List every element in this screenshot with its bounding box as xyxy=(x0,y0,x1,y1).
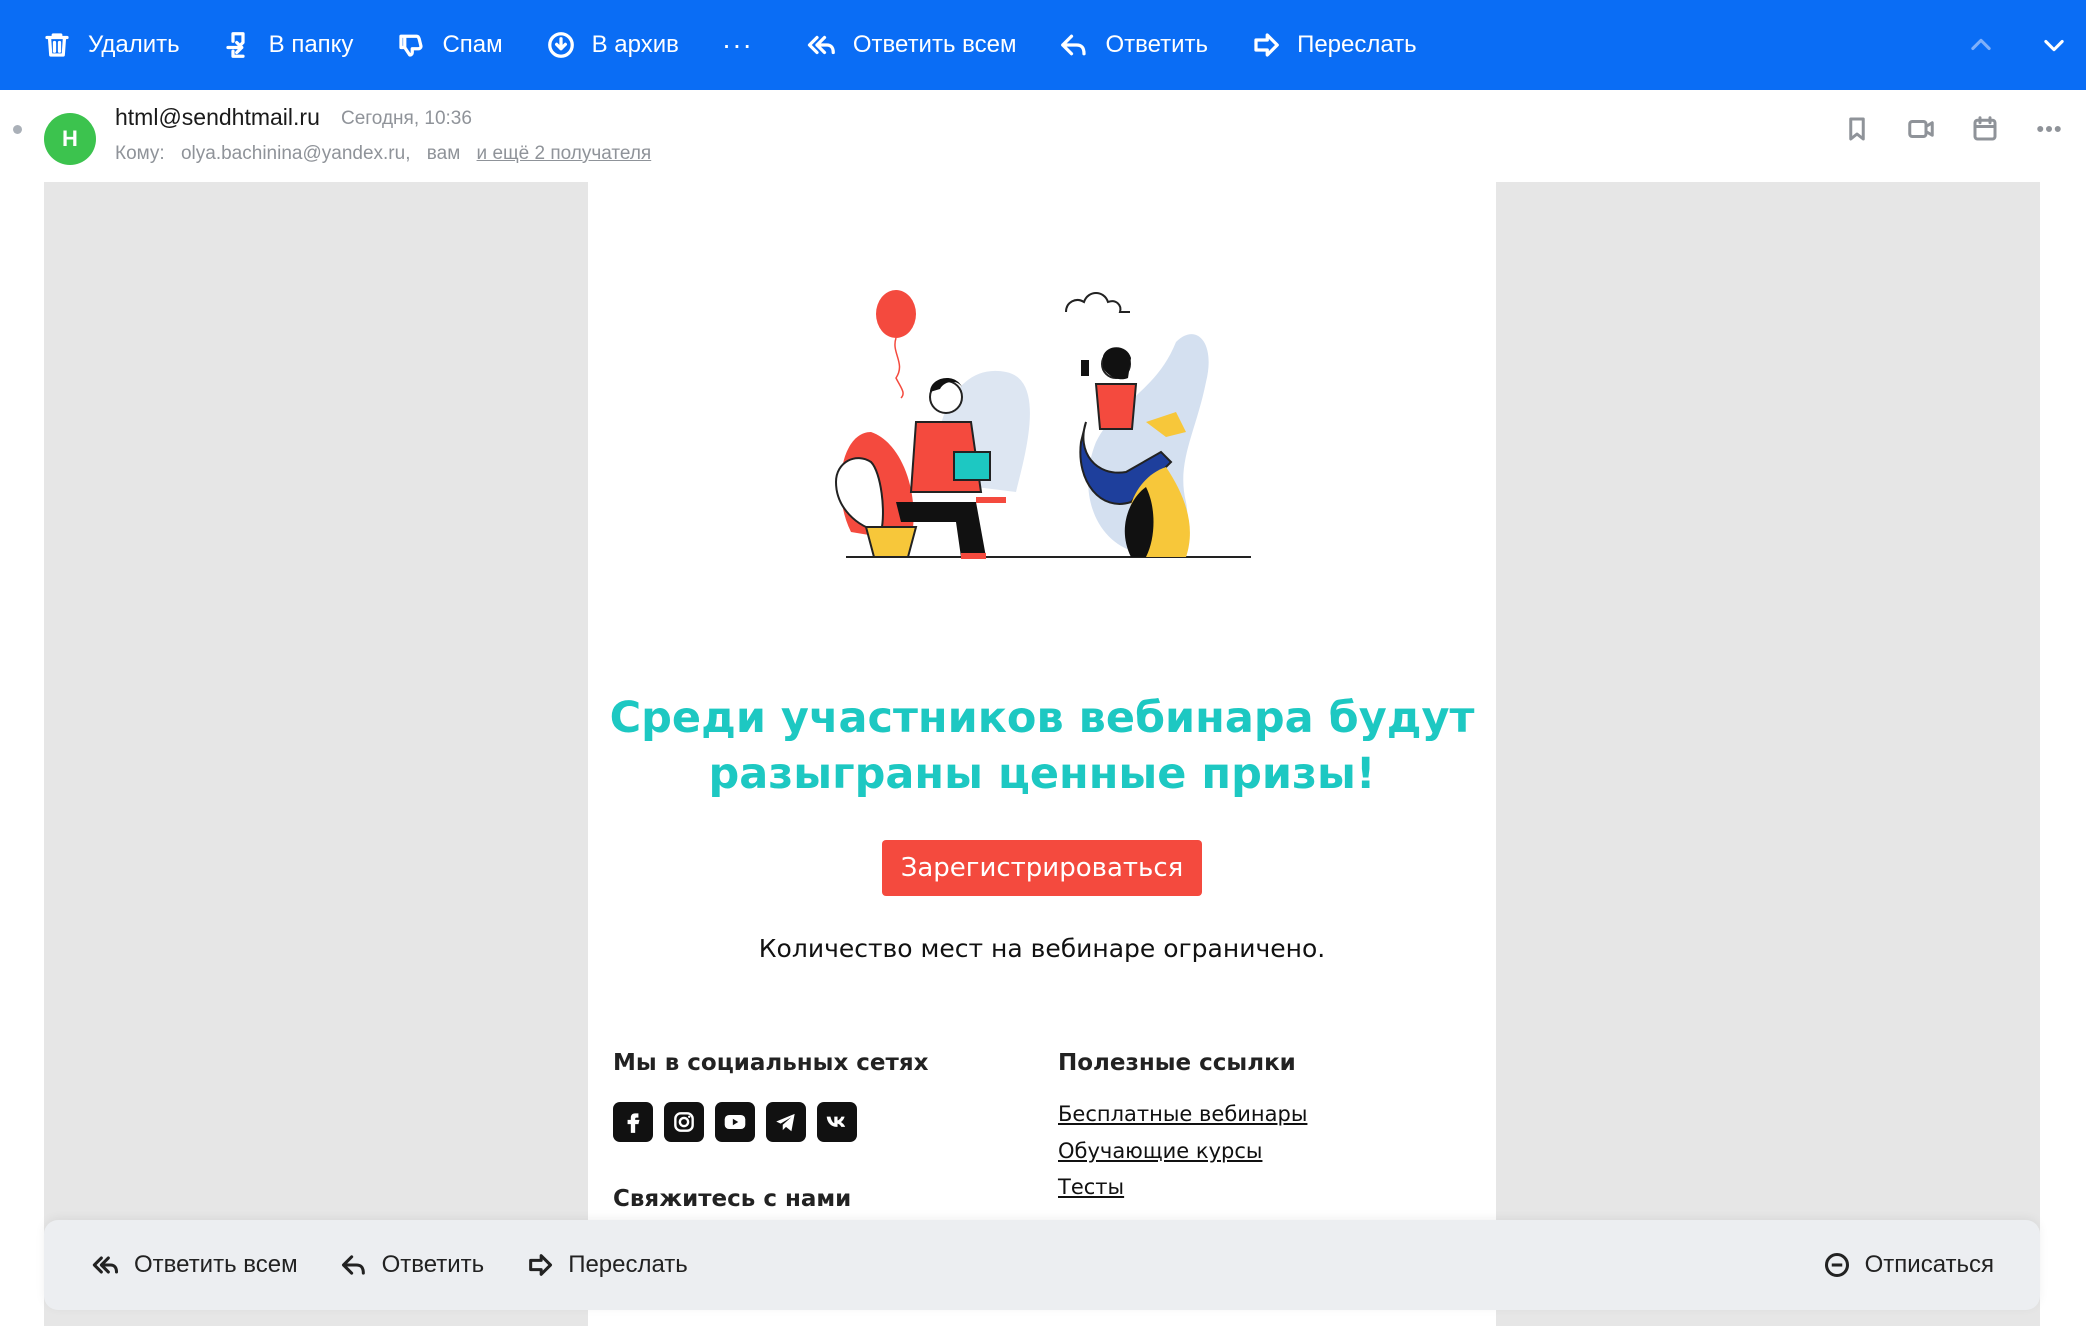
more-recipients-link[interactable]: и ещё 2 получателя xyxy=(477,143,652,164)
email-content: Среди участников вебинара будут разыгран… xyxy=(588,182,1496,1326)
chevron-down-icon[interactable] xyxy=(2040,31,2068,59)
header-actions xyxy=(1808,114,2064,144)
bottom-forward-label: Переслать xyxy=(568,1251,688,1278)
useful-links: Бесплатные вебинары Обучающие курсы Тест… xyxy=(1058,1102,1307,1212)
archive-icon xyxy=(547,32,574,58)
unsubscribe-label: Отписаться xyxy=(1864,1251,1994,1278)
more-actions-button[interactable]: ··· xyxy=(722,29,753,61)
spam-label: Спам xyxy=(442,31,503,58)
reply-all-icon xyxy=(92,1256,119,1274)
reply-all-label: Ответить всем xyxy=(852,31,1017,58)
bottom-action-bar: Ответить всем Ответить Переслать Отписат… xyxy=(44,1220,2040,1310)
folder-move-icon xyxy=(226,32,245,58)
recipient-address[interactable]: olya.bachinina@yandex.ru, xyxy=(181,143,410,164)
headline-line-2: разыграны ценные призы! xyxy=(708,749,1376,799)
message-toolbar: Удалить В папку Спам В архив ··· Ответит… xyxy=(0,0,2086,90)
delete-button[interactable]: Удалить xyxy=(42,0,180,90)
sender-address[interactable]: html@sendhtmail.ru xyxy=(115,104,320,131)
move-to-folder-button[interactable]: В папку xyxy=(223,0,354,90)
links-heading: Полезные ссылки xyxy=(1058,1050,1296,1076)
vk-icon[interactable] xyxy=(817,1102,857,1142)
unread-dot[interactable] xyxy=(13,125,22,134)
telegram-icon[interactable] xyxy=(766,1102,806,1142)
forward-button[interactable]: Переслать xyxy=(1251,0,1417,90)
reply-icon xyxy=(1061,34,1087,56)
reply-button[interactable]: Ответить xyxy=(1059,0,1208,90)
reply-icon xyxy=(341,1255,365,1275)
recipient-you[interactable]: вам xyxy=(427,143,461,164)
instagram-icon[interactable] xyxy=(664,1102,704,1142)
bottom-reply-all-button[interactable]: Ответить всем xyxy=(92,1251,298,1279)
forward-icon xyxy=(529,1254,553,1276)
link-free-webinars[interactable]: Бесплатные вебинары xyxy=(1058,1102,1307,1139)
video-call-icon[interactable] xyxy=(1906,114,1936,144)
thumb-down-icon xyxy=(399,34,424,57)
avatar[interactable]: H xyxy=(44,113,96,165)
youtube-icon[interactable] xyxy=(715,1102,755,1142)
minus-circle-icon xyxy=(1824,1252,1849,1278)
message-date: Сегодня, 10:36 xyxy=(341,108,472,129)
recipients-line: Кому: olya.bachinina@yandex.ru, вам и ещ… xyxy=(115,143,662,165)
spam-button[interactable]: Спам xyxy=(396,0,503,90)
contact-heading: Свяжитесь с нами xyxy=(613,1186,852,1212)
limit-notice: Количество мест на вебинаре ограничено. xyxy=(758,934,1326,963)
email-headline: Среди участников вебинара будут разыгран… xyxy=(588,690,1496,802)
bottom-forward-button[interactable]: Переслать xyxy=(526,1251,688,1279)
bottom-reply-label: Ответить xyxy=(381,1251,485,1278)
social-links xyxy=(613,1102,868,1142)
reply-label: Ответить xyxy=(1105,31,1209,58)
bottom-reply-button[interactable]: Ответить xyxy=(340,1251,485,1279)
reply-all-icon xyxy=(807,35,835,55)
facebook-icon[interactable] xyxy=(613,1102,653,1142)
more-options-icon[interactable] xyxy=(2034,114,2064,144)
move-label: В папку xyxy=(268,31,354,58)
reply-all-button[interactable]: Ответить всем xyxy=(807,0,1017,90)
forward-label: Переслать xyxy=(1297,31,1417,58)
register-button[interactable]: Зарегистрироваться xyxy=(882,840,1202,896)
to-label: Кому: xyxy=(115,143,165,164)
chevron-up-icon[interactable] xyxy=(1967,31,1995,59)
trash-icon xyxy=(45,33,69,57)
message-header: H html@sendhtmail.ru Сегодня, 10:36 Кому… xyxy=(0,90,2086,182)
calendar-icon[interactable] xyxy=(1970,114,2000,144)
bookmark-icon[interactable] xyxy=(1842,114,1872,144)
bottom-reply-all-label: Ответить всем xyxy=(134,1251,298,1278)
forward-icon xyxy=(1254,33,1279,57)
archive-label: В архив xyxy=(591,31,679,58)
unsubscribe-button[interactable]: Отписаться xyxy=(1823,1220,1994,1310)
archive-button[interactable]: В архив xyxy=(546,0,679,90)
social-heading: Мы в социальных сетях xyxy=(613,1050,929,1076)
webinar-illustration xyxy=(834,290,1251,559)
link-courses[interactable]: Обучающие курсы xyxy=(1058,1139,1307,1176)
headline-line-1: Среди участников вебинара будут xyxy=(609,693,1475,743)
delete-label: Удалить xyxy=(88,31,180,58)
link-tests[interactable]: Тесты xyxy=(1058,1175,1307,1212)
